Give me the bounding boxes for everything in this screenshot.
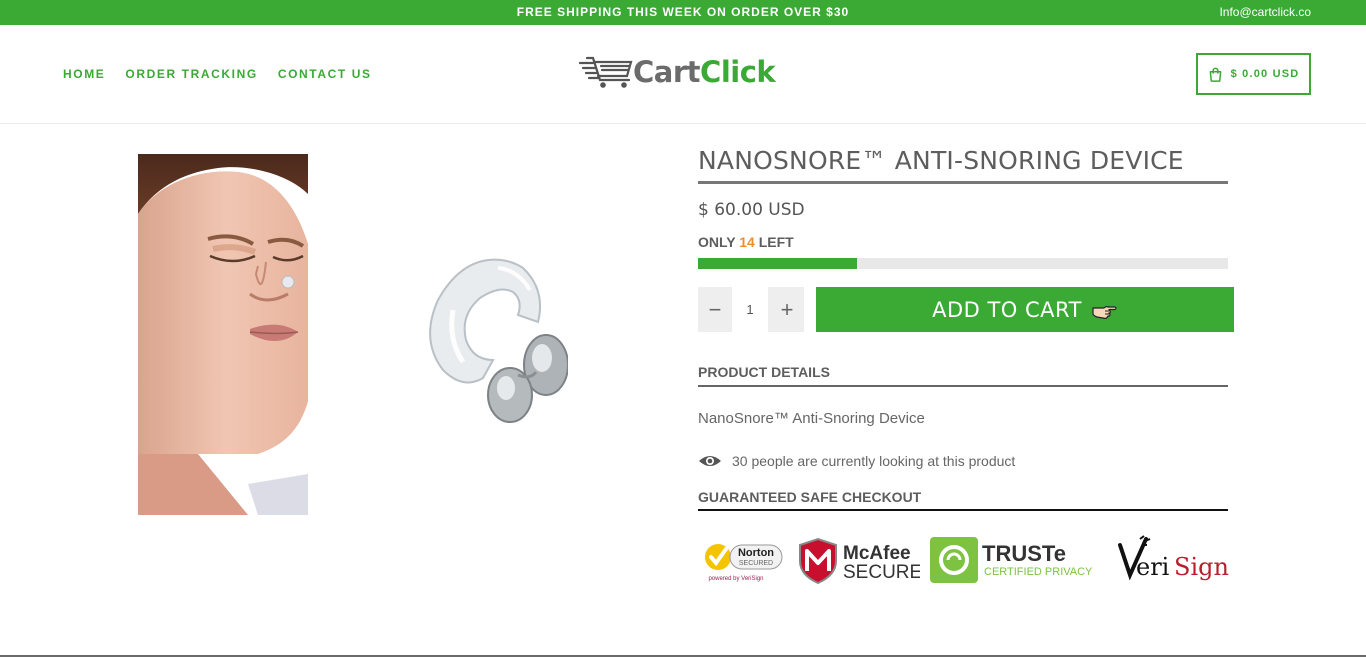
quantity-increase-button[interactable]: + [770,287,804,332]
nav-contact-us[interactable]: CONTACT US [278,67,372,81]
viewers-text: 30 people are currently looking at this … [732,453,1016,469]
promo-text: FREE SHIPPING THIS WEEK ON ORDER OVER $3… [516,5,850,19]
main-nav: HOME ORDER TRACKING CONTACT US [63,67,372,81]
checkout-divider [698,509,1228,511]
pointing-hand-icon [1092,305,1117,319]
svg-text:McAfee: McAfee [843,543,911,564]
svg-text:SECURE: SECURE [843,562,920,583]
svg-text:TRUSTe: TRUSTe [982,541,1066,566]
truste-logo: TRUSTe CERTIFIED PRIVACY [930,537,1093,583]
svg-text:SECURED: SECURED [739,560,773,567]
contact-email[interactable]: Info@cartclick.co [1219,5,1311,19]
stock-progress-bar [698,258,1228,269]
truste-badge: TRUSTe CERTIFIED PRIVACY [930,535,1104,585]
mcafee-logo: McAfee SECURE [799,537,920,585]
details-divider [698,385,1228,387]
nav-home[interactable]: HOME [63,67,105,81]
verisign-badge: eri Sign [1114,535,1230,585]
nose-clip-illustration [429,258,569,423]
eye-icon [699,456,721,466]
site-header: HOME ORDER TRACKING CONTACT US Cart Click [0,25,1366,124]
verisign-logo: eri Sign [1118,535,1229,581]
norton-logo: Norton SECURED powered by VeriSign [705,544,783,582]
cart-logo-icon [579,56,633,88]
svg-text:eri: eri [1136,553,1170,581]
add-to-cart-label: ADD TO CART [932,297,1082,322]
title-divider [698,181,1228,184]
shopping-bag-icon [1209,67,1221,82]
logo-word-cart: Cart [633,55,701,89]
cart-button[interactable]: $ 0.00 USD [1196,53,1311,95]
norton-badge: Norton SECURED powered by VeriSign [702,535,786,585]
live-viewers: 30 people are currently looking at this … [698,453,1015,469]
logo-word-click: Click [700,55,776,89]
stock-suffix: LEFT [758,234,794,250]
product-gallery [138,154,590,515]
product-title: NANOSNORE™ ANTI-SNORING DEVICE [698,146,1184,175]
stock-indicator: ONLY 14 LEFT [698,234,1234,250]
purchase-row: − + ADD TO CART [698,287,1234,332]
trust-badges: Norton SECURED powered by VeriSign McAfe… [702,532,1232,588]
site-logo[interactable]: Cart Click [579,54,776,90]
svg-text:powered by VeriSign: powered by VeriSign [708,576,763,582]
model-face-illustration [138,154,308,515]
stock-prefix: ONLY [698,234,736,250]
product-details-text: NanoSnore™ Anti-Snoring Device [698,410,925,427]
add-to-cart-button[interactable]: ADD TO CART [816,287,1234,332]
product-image-clip[interactable] [418,250,569,435]
quantity-input[interactable] [732,287,768,332]
svg-text:CERTIFIED PRIVACY: CERTIFIED PRIVACY [984,566,1093,578]
stock-progress-fill [698,258,857,269]
cart-total: $ 0.00 USD [1230,68,1300,80]
product-image-model[interactable] [138,154,308,515]
announcement-bar: FREE SHIPPING THIS WEEK ON ORDER OVER $3… [0,0,1366,25]
stock-count: 14 [739,234,755,250]
product-price: $ 60.00 USD [698,200,805,220]
nav-order-tracking[interactable]: ORDER TRACKING [125,67,257,81]
svg-text:Sign: Sign [1174,553,1229,581]
mcafee-badge: McAfee SECURE [796,535,920,585]
quantity-stepper: − + [698,287,804,332]
quantity-decrease-button[interactable]: − [698,287,732,332]
product-info: NANOSNORE™ ANTI-SNORING DEVICE $ 60.00 U… [698,146,1234,585]
product-details-heading: PRODUCT DETAILS [698,364,830,380]
safe-checkout-heading: GUARANTEED SAFE CHECKOUT [698,489,922,505]
svg-text:Norton: Norton [738,547,774,559]
